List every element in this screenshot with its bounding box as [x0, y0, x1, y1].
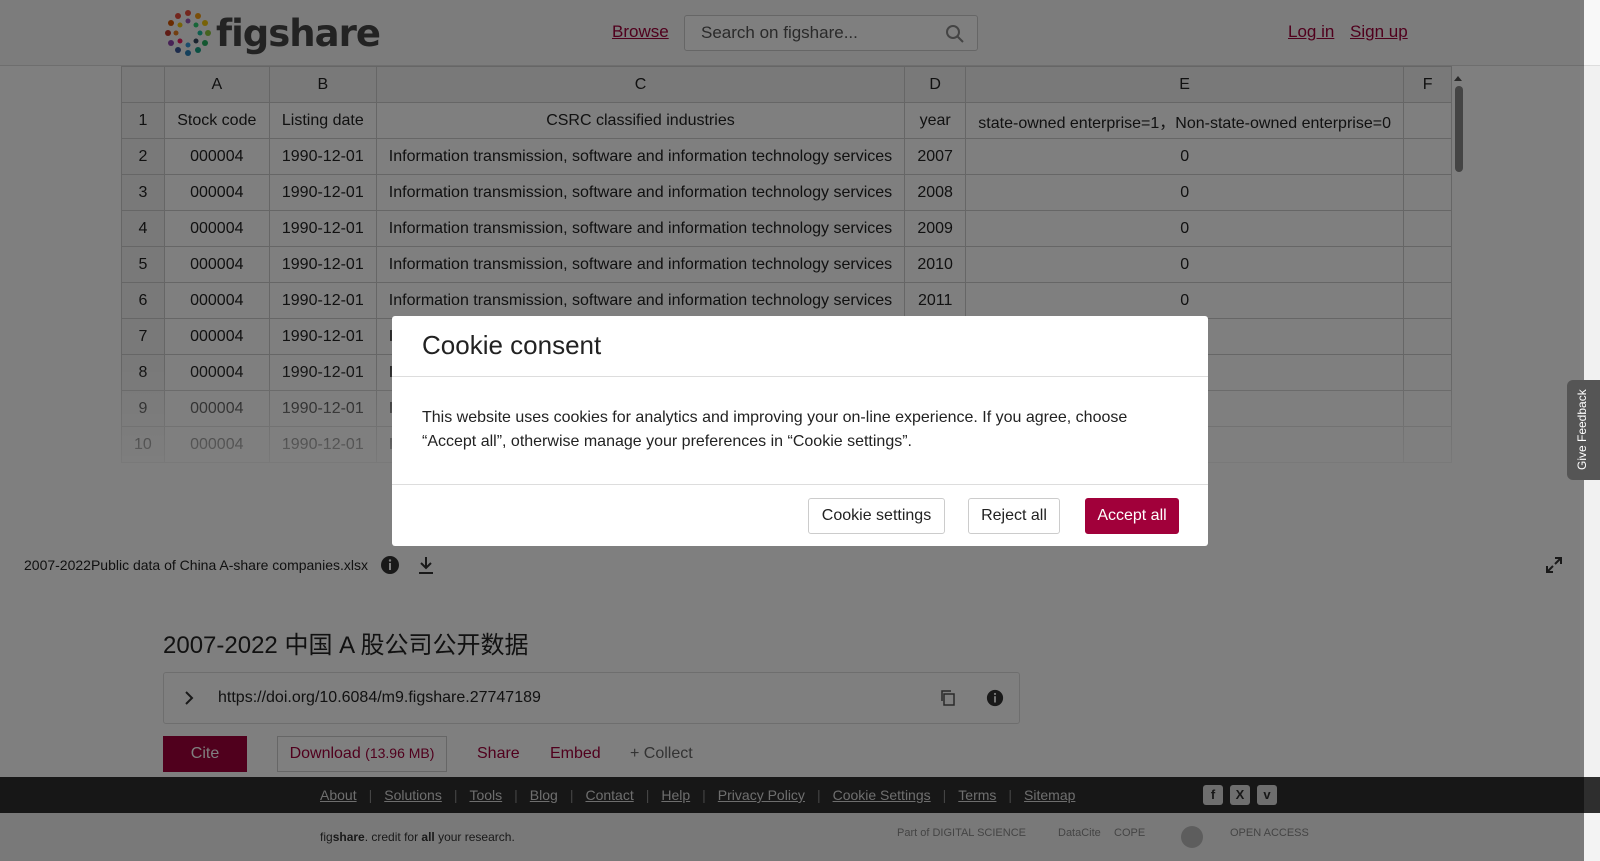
accept-all-button[interactable]: Accept all [1085, 498, 1179, 534]
divider [392, 376, 1208, 377]
divider [392, 484, 1208, 485]
cookie-consent-dialog: Cookie consent This website uses cookies… [392, 316, 1208, 546]
feedback-tab[interactable]: Give Feedback [1567, 380, 1600, 480]
feedback-label: Give Feedback [1575, 389, 1589, 470]
cookie-settings-button[interactable]: Cookie settings [808, 498, 945, 534]
dialog-title: Cookie consent [422, 330, 602, 360]
reject-all-button[interactable]: Reject all [968, 498, 1060, 534]
dialog-body: This website uses cookies for analytics … [422, 409, 1128, 450]
